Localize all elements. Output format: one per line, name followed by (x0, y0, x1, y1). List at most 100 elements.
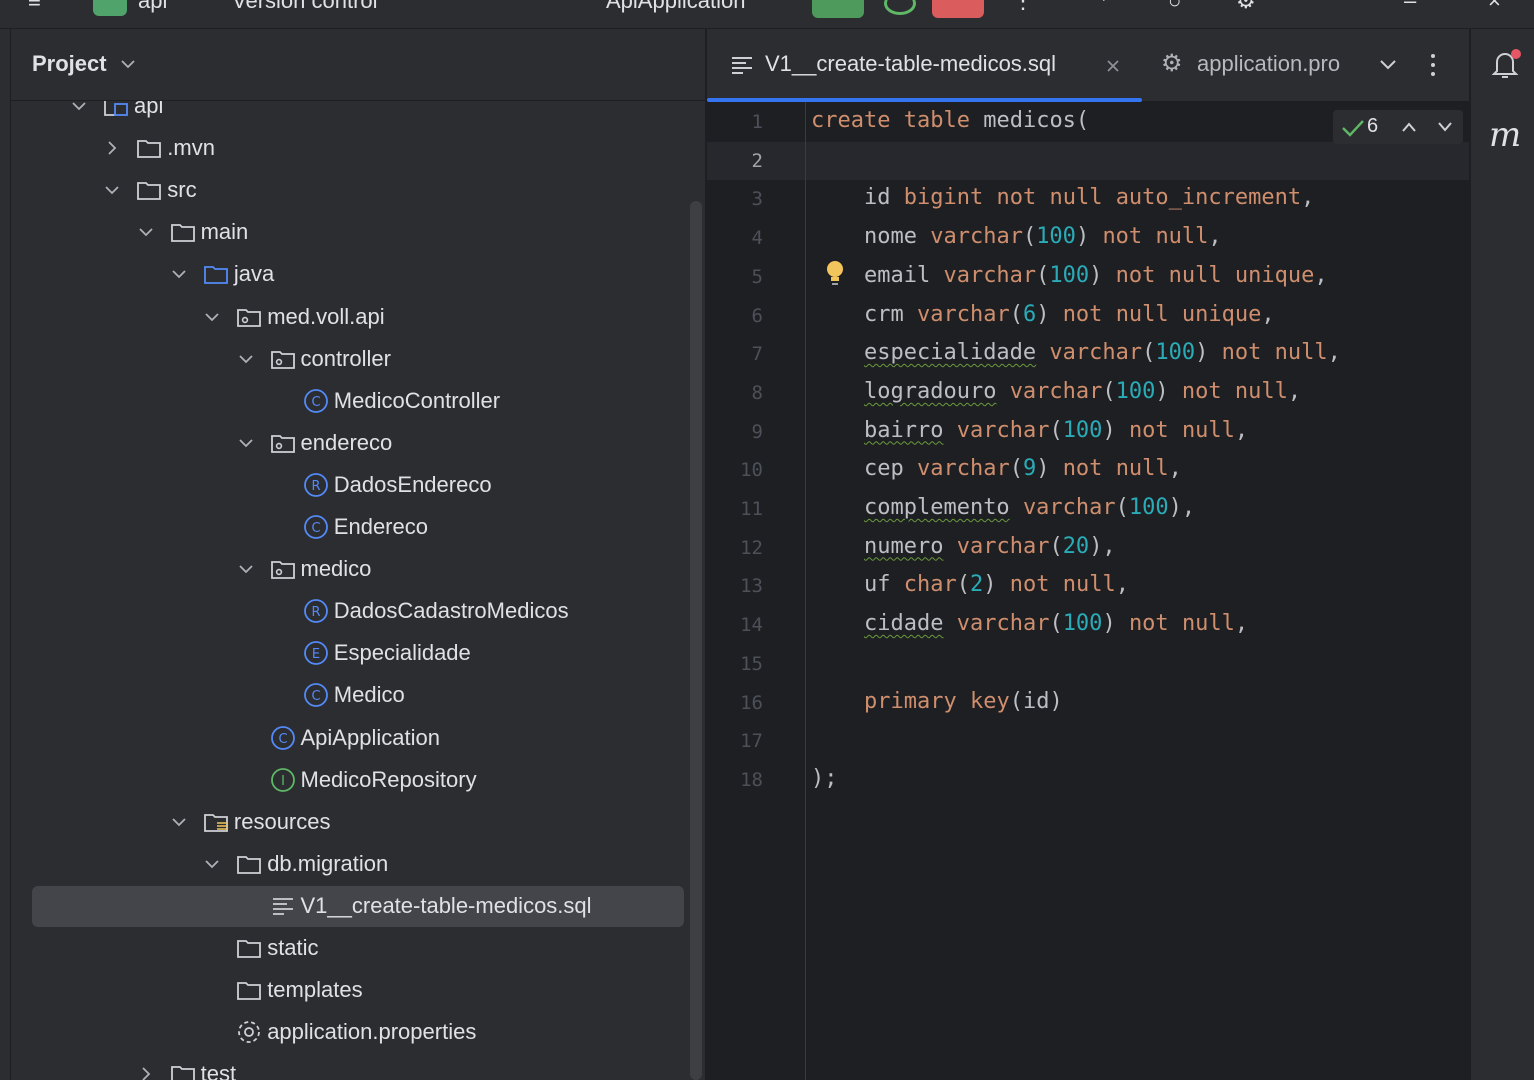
more-actions-icon[interactable]: ⋮ (1012, 0, 1034, 14)
chevron-down-icon[interactable] (121, 59, 135, 69)
project-panel: Project api .mvn src main java med.voll.api co… (11, 29, 705, 1080)
chevron-down-icon[interactable] (136, 222, 156, 242)
tree-item[interactable]: E Especialidade (11, 633, 691, 675)
tree-item[interactable]: C Endereco (11, 507, 691, 549)
hamburger-menu-icon[interactable]: ≡ (28, 0, 41, 14)
tree-item[interactable]: R DadosCadastroMedicos (11, 591, 691, 633)
tree-item[interactable]: R DadosEndereco (11, 465, 691, 507)
chevron-down-icon[interactable] (236, 433, 256, 453)
tab-application-properties[interactable]: ⚙ application.pro (1159, 29, 1359, 101)
chevron-down-icon[interactable] (1437, 121, 1453, 133)
project-badge[interactable] (93, 0, 127, 16)
maven-plugin-icon[interactable]: m (1489, 115, 1521, 155)
chevron-down-icon[interactable] (169, 812, 189, 832)
code-line[interactable]: cep varchar(9) not null, (811, 456, 1182, 481)
tree-item[interactable]: java (11, 254, 691, 296)
code-line[interactable]: id bigint not null auto_increment, (811, 185, 1314, 210)
tree-item-label: java (233, 261, 275, 287)
tree-item[interactable]: src (11, 170, 691, 212)
tree-item[interactable]: .mvn (11, 128, 691, 170)
search-icon[interactable]: ○ (1168, 0, 1181, 14)
code-line[interactable]: create table medicos( (811, 108, 1089, 133)
tree-item[interactable]: static (11, 928, 691, 970)
tree-item[interactable]: db.migration (11, 844, 691, 886)
tree-item[interactable]: V1__create-table-medicos.sql (11, 885, 691, 928)
add-user-icon[interactable]: ⁺ (1098, 0, 1110, 14)
svg-text:C: C (278, 732, 287, 747)
tree-item[interactable]: C Medico (11, 675, 691, 717)
code-line[interactable]: bairro varchar(100) not null, (811, 418, 1248, 443)
project-panel-title[interactable]: Project (32, 51, 107, 77)
tree-item-label: controller (300, 345, 391, 371)
class-icon: C (303, 514, 329, 540)
tree-item[interactable]: controller (11, 339, 691, 381)
code-line[interactable]: crm varchar(6) not null unique, (811, 302, 1275, 327)
folder-icon (236, 851, 262, 877)
tree-item[interactable]: test (11, 1054, 691, 1080)
project-scrollbar[interactable] (690, 201, 702, 1080)
sql-file-icon (732, 57, 752, 74)
settings-gear-icon[interactable]: ⚙ (1236, 0, 1256, 14)
minimize-icon[interactable]: – (1404, 0, 1416, 14)
tab-sql-file[interactable]: V1__create-table-medicos.sql (707, 29, 1143, 102)
chevron-down-icon[interactable] (69, 101, 89, 116)
close-tab-icon[interactable] (1106, 59, 1120, 73)
code-line[interactable]: numero varchar(20), (811, 534, 1116, 559)
code-line[interactable]: ); (811, 766, 838, 791)
code-line[interactable]: complemento varchar(100), (811, 495, 1195, 520)
chevron-right-icon[interactable] (136, 1064, 156, 1080)
tree-item[interactable]: endereco (11, 423, 691, 465)
tree-item[interactable]: templates (11, 970, 691, 1012)
chevron-down-icon[interactable] (1379, 59, 1397, 71)
code-editor[interactable]: 1 2 3 4 5 6 7 8 9 10 11 12 13 14 15 16 17 18 create table… (707, 102, 1469, 1080)
line-number: 15 (740, 652, 763, 675)
line-number: 7 (751, 343, 763, 366)
chevron-down-icon[interactable] (169, 264, 189, 284)
sql-file-icon (270, 893, 296, 919)
tree-item[interactable]: resources (11, 802, 691, 844)
code-line[interactable]: especialidade varchar(100) not null, (811, 340, 1341, 365)
tree-item-label: Especialidade (333, 640, 471, 666)
chevron-down-icon[interactable] (202, 307, 222, 327)
vcs-widget[interactable]: Version control (232, 0, 378, 14)
class-icon: C (303, 682, 329, 708)
line-number: 1 (751, 111, 763, 133)
chevron-up-icon[interactable] (1401, 121, 1417, 133)
code-line[interactable]: primary key(id) (811, 689, 1063, 714)
run-config-selector[interactable]: ApiApplication (606, 0, 745, 14)
code-line[interactable]: cidade varchar(100) not null, (811, 611, 1248, 636)
project-name[interactable]: api (138, 0, 167, 14)
more-tabs-icon[interactable] (1429, 53, 1437, 77)
code-line[interactable]: email varchar(100) not null unique, (811, 263, 1328, 288)
tree-item[interactable]: api (11, 101, 691, 128)
code-line[interactable]: nome varchar(100) not null, (811, 224, 1222, 249)
code-content[interactable]: create table medicos( id bigint not null… (811, 102, 1451, 1080)
chevron-down-icon[interactable] (236, 349, 256, 369)
tree-item-label: Medico (333, 682, 405, 708)
chevron-down-icon[interactable] (236, 559, 256, 579)
chevron-down-icon[interactable] (202, 854, 222, 874)
debug-icon[interactable] (884, 0, 916, 15)
run-button[interactable] (812, 0, 864, 18)
inspection-widget[interactable]: 6 (1333, 110, 1463, 144)
tree-item[interactable]: I MedicoRepository (11, 760, 691, 802)
tree-item[interactable]: main (11, 212, 691, 254)
close-window-icon[interactable]: × (1488, 0, 1501, 14)
tree-item-label: medico (300, 556, 372, 582)
tree-item[interactable]: medico (11, 549, 691, 591)
tree-item[interactable]: C MedicoController (11, 381, 691, 423)
tree-item-label: resources (233, 808, 331, 834)
chevron-right-icon[interactable] (102, 138, 122, 158)
line-number: 4 (751, 227, 763, 250)
tree-item[interactable]: C ApiApplication (11, 718, 691, 760)
stop-button[interactable] (932, 0, 984, 18)
line-number: 3 (751, 188, 763, 211)
tree-item[interactable]: application.properties (11, 1012, 691, 1054)
tree-item[interactable]: med.voll.api (11, 297, 691, 339)
chevron-down-icon[interactable] (102, 180, 122, 200)
tree-item-label: api (134, 101, 164, 118)
code-line[interactable]: uf char(2) not null, (811, 572, 1129, 597)
code-line[interactable]: logradouro varchar(100) not null, (811, 379, 1301, 404)
package-icon (270, 430, 296, 456)
notifications-bell-icon[interactable] (1491, 49, 1521, 81)
